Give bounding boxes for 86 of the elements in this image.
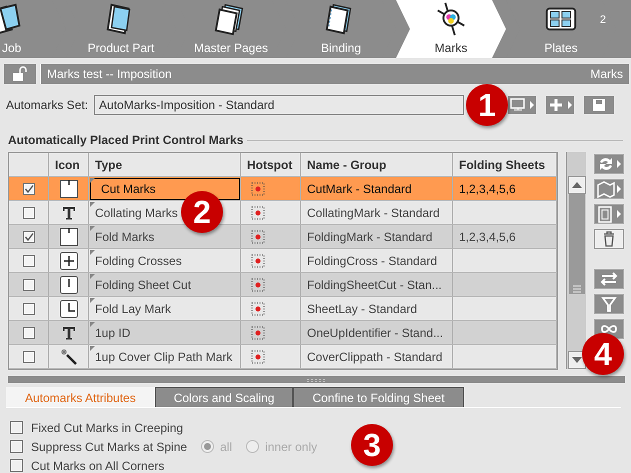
table-row[interactable]: 1up ID OneUpIdentifier - Stand... xyxy=(9,321,557,345)
table-cell[interactable]: Fold Marks xyxy=(95,230,154,244)
magic-wand-icon xyxy=(58,346,78,366)
checkbox[interactable] xyxy=(10,440,23,453)
table-cell: SheetLay - Standard xyxy=(307,302,418,316)
column-header[interactable]: Folding Sheets xyxy=(459,158,546,172)
hotspot-icon xyxy=(251,230,265,244)
field-label: Automarks Set: xyxy=(6,98,88,112)
hotspot-icon xyxy=(251,206,265,220)
table-row[interactable]: Folding Sheet Cut FoldingSheetCut - Stan... xyxy=(9,273,557,297)
table-cell[interactable]: Fold Lay Mark xyxy=(95,302,172,316)
save-button[interactable] xyxy=(584,96,614,114)
add-menu-button[interactable] xyxy=(546,96,574,114)
sheet-cut-icon xyxy=(58,274,78,294)
table-row[interactable]: 1up Cover Clip Path Mark CoverClippath - Standard xyxy=(9,345,557,369)
table-cell: FoldingMark - Standard xyxy=(307,230,432,244)
table-cell: 1,2,3,4,5,6 xyxy=(459,182,516,196)
callout-badge: 4 xyxy=(582,333,624,375)
radio-label: inner only xyxy=(265,440,318,454)
table-cell: CutMark - Standard xyxy=(307,182,412,196)
checkbox-label: Fixed Cut Marks in Creeping xyxy=(31,420,184,434)
hotspot-icon xyxy=(251,278,265,292)
cell-focus-frame[interactable]: Cut Marks xyxy=(89,177,241,201)
checkbox[interactable] xyxy=(23,302,35,314)
scroll-down-icon[interactable] xyxy=(568,351,586,369)
table-row[interactable]: Fold Lay Mark SheetLay - Standard xyxy=(9,297,557,321)
table-cell[interactable]: 1up ID xyxy=(95,326,130,340)
refresh-button[interactable] xyxy=(594,154,624,174)
callout-badge: 1 xyxy=(466,84,508,126)
scrollbar-thumb[interactable] xyxy=(568,194,584,294)
monitor-menu-button[interactable] xyxy=(508,96,536,114)
scroll-up-icon[interactable] xyxy=(568,176,586,194)
mark-map-button[interactable] xyxy=(594,179,624,199)
table-cell: FoldingSheetCut - Stan... xyxy=(307,278,442,292)
checkbox[interactable] xyxy=(23,206,35,218)
hotspot-icon xyxy=(251,350,265,364)
hotspot-icon xyxy=(251,302,265,316)
lay-mark-icon xyxy=(58,298,78,318)
table-cell[interactable]: Folding Crosses xyxy=(95,254,182,268)
checkbox[interactable] xyxy=(10,421,23,434)
cross-mark-icon xyxy=(58,250,78,270)
checkbox-label: Suppress Cut Marks at Spine xyxy=(31,440,188,454)
table-cell: CoverClippath - Standard xyxy=(307,350,442,364)
fold-mark-icon xyxy=(58,226,78,246)
hotspot-icon xyxy=(251,182,265,196)
table-cell[interactable]: Cut Marks xyxy=(101,182,156,196)
radio-label: all xyxy=(220,440,232,454)
column-header[interactable]: Name - Group xyxy=(307,158,386,172)
hotspot-icon xyxy=(251,254,265,268)
mark-map-icon xyxy=(595,179,623,199)
table-cell[interactable]: Folding Sheet Cut xyxy=(95,278,192,292)
table-cell: 1,2,3,4,5,6 xyxy=(459,230,516,244)
table-cell: CollatingMark - Standard xyxy=(307,206,440,220)
checkbox[interactable] xyxy=(23,230,35,242)
table-row[interactable]: Cut Marks CutMark - Standard 1,2,3,4,5,6 xyxy=(9,177,557,201)
section-heading: Automatically Placed Print Control Marks xyxy=(8,133,244,147)
column-header[interactable]: Hotspot xyxy=(247,158,292,172)
checkbox[interactable] xyxy=(23,326,35,338)
title-bar: Marks test -- Imposition Marks xyxy=(40,64,629,84)
trash-button[interactable] xyxy=(594,229,624,249)
checkbox[interactable] xyxy=(23,278,35,290)
checkbox[interactable] xyxy=(23,182,35,194)
page-frame-button[interactable] xyxy=(594,204,624,224)
padlock-icon xyxy=(12,66,28,82)
lock-button[interactable] xyxy=(4,64,36,84)
cut-mark-icon xyxy=(58,178,78,198)
splitter-handle-icon[interactable] xyxy=(306,379,326,383)
table-cell: FoldingCross - Standard xyxy=(307,254,438,268)
table-row[interactable]: Fold Marks FoldingMark - Standard 1,2,3,4,5,6 xyxy=(9,225,557,249)
input-field[interactable]: AutoMarks-Imposition - Standard xyxy=(94,95,464,115)
count-label: 2 xyxy=(600,14,606,26)
table-cell[interactable]: Collating Marks xyxy=(95,206,178,220)
callout-badge: 3 xyxy=(351,424,393,466)
checkbox-label: Cut Marks on All Corners xyxy=(31,458,164,472)
table-cell[interactable]: 1up Cover Clip Path Mark xyxy=(95,350,232,364)
workflow-tab[interactable]: Marks xyxy=(396,0,506,58)
checkbox[interactable] xyxy=(10,459,23,472)
table-cell: OneUpIdentifier - Stand... xyxy=(307,326,444,340)
table-row[interactable]: Folding Crosses FoldingCross - Standard xyxy=(9,249,557,273)
hotspot-icon xyxy=(251,326,265,340)
swap-arrows-button[interactable] xyxy=(594,269,624,289)
filter-button[interactable] xyxy=(594,294,624,314)
checkbox[interactable] xyxy=(23,254,35,266)
column-header[interactable]: Type xyxy=(95,158,122,172)
checkbox[interactable] xyxy=(23,350,35,362)
column-header[interactable]: Icon xyxy=(55,158,80,172)
